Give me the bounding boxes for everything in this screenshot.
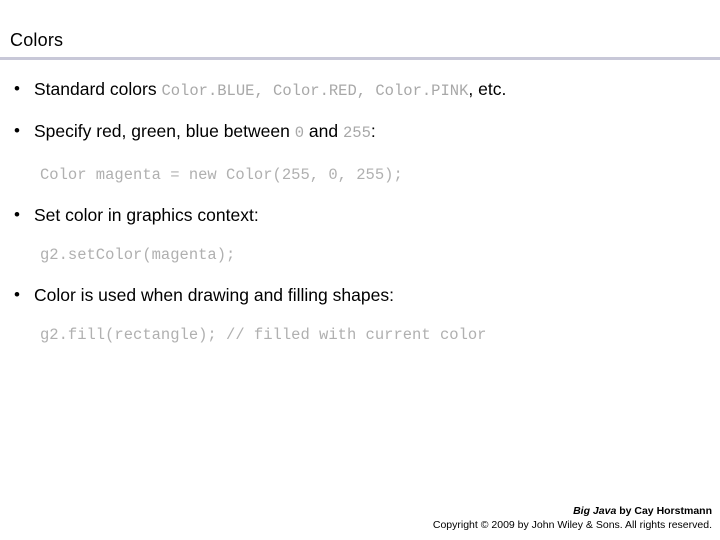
footer-copyright: Copyright © 2009 by John Wiley & Sons. A… xyxy=(432,519,712,531)
bullet-marker: • xyxy=(14,79,20,98)
bullet-text-tail: , etc. xyxy=(468,79,507,99)
bullet-item: • Standard colors Color.BLUE, Color.RED,… xyxy=(0,78,720,102)
bullet-item: • Color is used when drawing and filling… xyxy=(0,284,720,306)
bullet-text: Standard colors xyxy=(34,79,162,99)
bullet-marker: • xyxy=(14,285,20,304)
bullet-marker: • xyxy=(14,121,20,140)
book-author: by Cay Horstmann xyxy=(616,505,712,517)
bullet-item: • Specify red, green, blue between 0 and… xyxy=(0,120,720,144)
slide-body: • Standard colors Color.BLUE, Color.RED,… xyxy=(0,78,720,346)
slide-footer: Big Java by Cay Horstmann Copyright © 20… xyxy=(433,504,712,532)
bullet-text: Set color in graphics context: xyxy=(34,205,259,225)
code-line: Color magenta = new Color(255, 0, 255); xyxy=(40,166,403,184)
bullet-text-mid: and xyxy=(304,121,343,141)
inline-code: 0 xyxy=(294,124,305,142)
bullet-text: Specify red, green, blue between xyxy=(34,121,295,141)
book-title: Big Java xyxy=(573,505,617,517)
page-title: Colors xyxy=(10,30,64,50)
footer-attribution: Big Java by Cay Horstmann xyxy=(433,504,712,518)
inline-code: 255 xyxy=(342,124,371,142)
slide: Colors • Standard colors Color.BLUE, Col… xyxy=(0,0,720,540)
bullet-text: Color is used when drawing and filling s… xyxy=(34,285,394,305)
inline-code: Color.BLUE, Color.RED, Color.PINK xyxy=(161,82,469,100)
bullet-text-tail: : xyxy=(370,121,376,141)
code-line: g2.setColor(magenta); xyxy=(40,246,236,264)
bullet-item: • Set color in graphics context: xyxy=(0,204,720,226)
bullet-marker: • xyxy=(14,205,20,224)
code-line: g2.fill(rectangle); // filled with curre… xyxy=(40,326,487,344)
title-divider xyxy=(0,57,720,60)
